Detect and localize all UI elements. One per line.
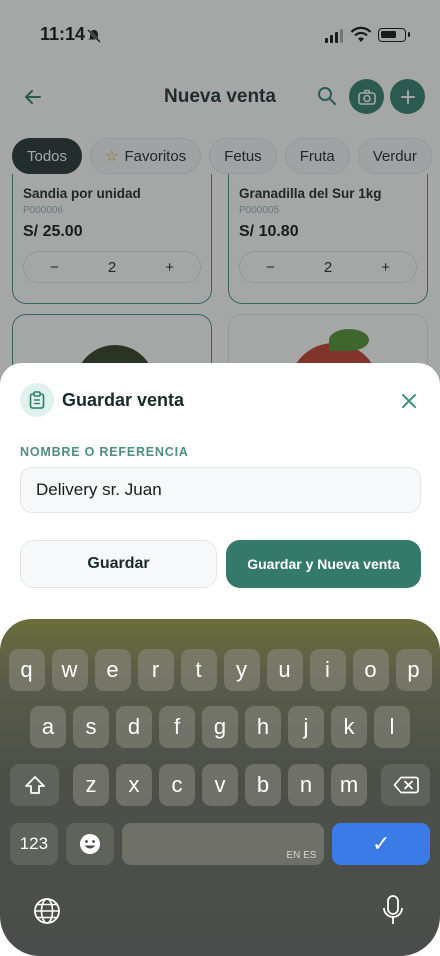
key[interactable]: b [245,764,281,806]
key[interactable]: y [223,649,260,691]
sheet-title: Guardar venta [62,390,185,410]
key[interactable]: e [94,649,131,691]
save-and-new-sale-button[interactable]: Guardar y Nueva venta [226,540,421,588]
key[interactable]: s [73,706,109,748]
emoji-icon [79,834,100,854]
backspace-key[interactable] [381,764,430,806]
key[interactable]: p [395,649,432,691]
backspace-icon [393,776,419,794]
key[interactable]: j [288,706,324,748]
key[interactable]: i [309,649,346,691]
clipboard-icon [29,391,45,409]
numbers-key[interactable]: 123 [10,823,58,865]
key[interactable]: g [202,706,238,748]
key[interactable]: a [30,706,66,748]
key[interactable]: q [8,649,45,691]
checkmark-icon: ✓ [372,831,391,856]
key[interactable]: u [266,649,303,691]
key[interactable]: r [137,649,174,691]
sheet-header-icon [20,383,54,417]
key[interactable]: v [202,764,238,806]
on-screen-keyboard: q w e r t y u i o p a s d f g h j k l z … [0,619,440,956]
emoji-key[interactable] [65,823,114,865]
key[interactable]: t [180,649,217,691]
close-icon[interactable] [399,391,419,411]
key[interactable]: d [116,706,152,748]
key[interactable]: m [331,764,367,806]
language-hint: EN ES [286,850,317,861]
key[interactable]: z [73,764,109,806]
key[interactable]: w [51,649,88,691]
key[interactable]: f [159,706,195,748]
done-key[interactable]: ✓ [332,823,430,865]
key[interactable]: o [352,649,389,691]
key[interactable]: x [116,764,152,806]
reference-field-label: NOMBRE O REFERENCIA [20,445,189,459]
space-key[interactable]: EN ES [121,823,325,865]
save-button[interactable]: Guardar [20,540,217,588]
key[interactable]: c [159,764,195,806]
keyboard-row-2: a s d f g h j k l [0,706,440,748]
letter-keys: z x c v b n m [73,764,367,806]
keyboard-row-1: q w e r t y u i o p [0,649,440,691]
shift-key[interactable] [10,764,59,806]
globe-icon[interactable] [32,896,62,926]
key[interactable]: k [331,706,367,748]
keyboard-bottom-bar [0,876,440,956]
shift-icon [24,776,45,794]
keyboard-row-4: 123 EN ES ✓ [0,823,440,865]
key[interactable]: h [245,706,281,748]
key[interactable]: n [288,764,324,806]
microphone-icon[interactable] [382,894,404,926]
reference-input[interactable] [20,467,421,513]
key[interactable]: l [374,706,410,748]
keyboard-row-3: z x c v b n m [0,764,440,806]
